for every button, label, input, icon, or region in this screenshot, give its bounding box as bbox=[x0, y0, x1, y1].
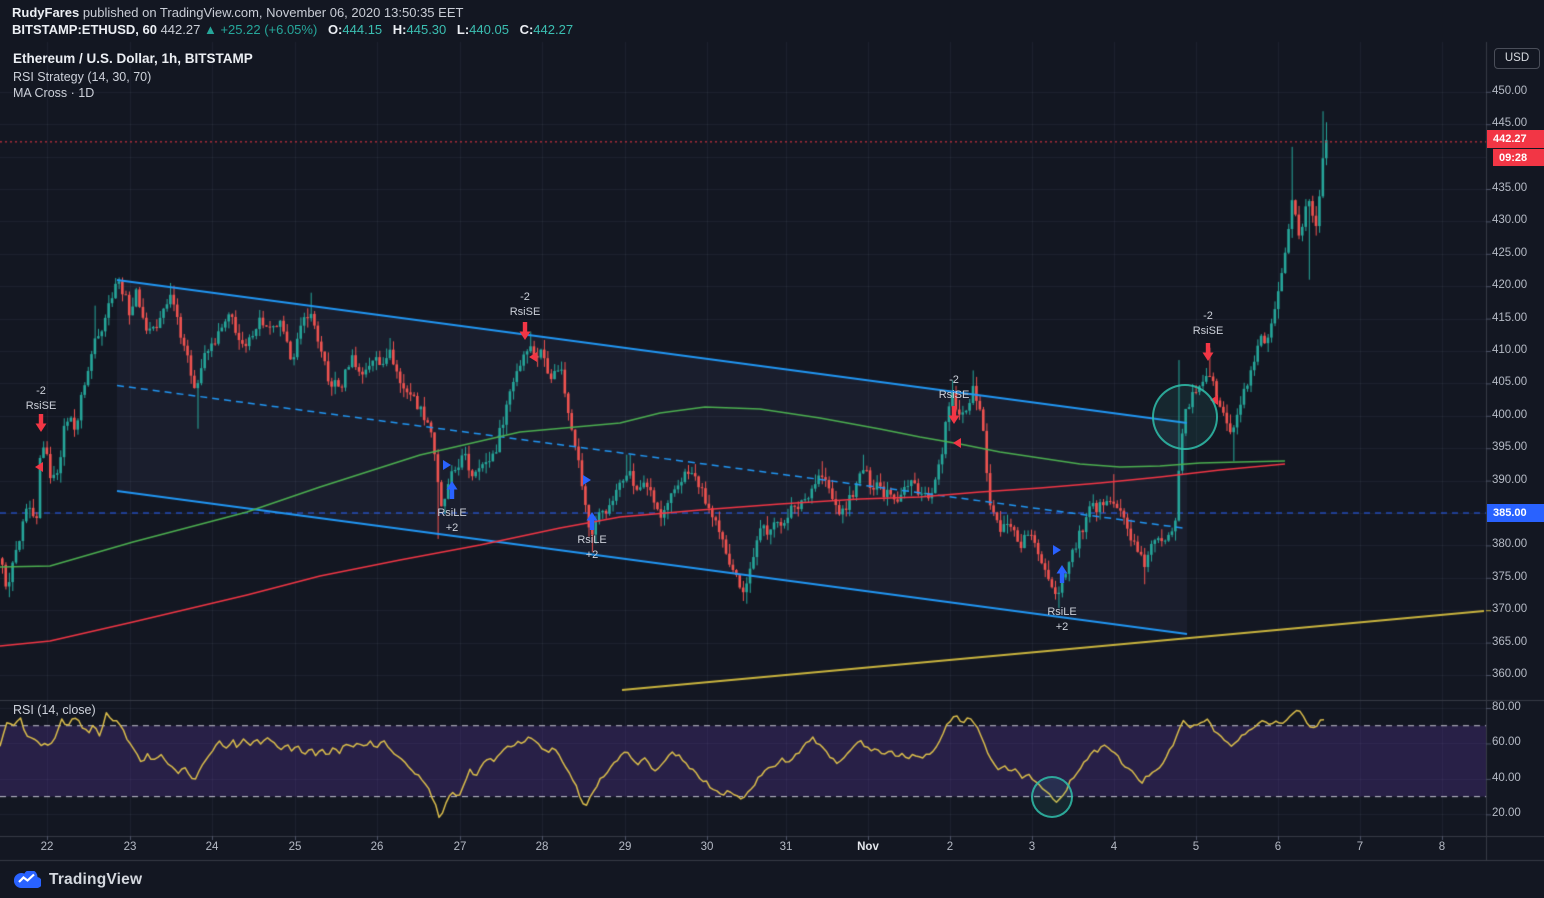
chart-canvas[interactable] bbox=[0, 0, 1544, 898]
